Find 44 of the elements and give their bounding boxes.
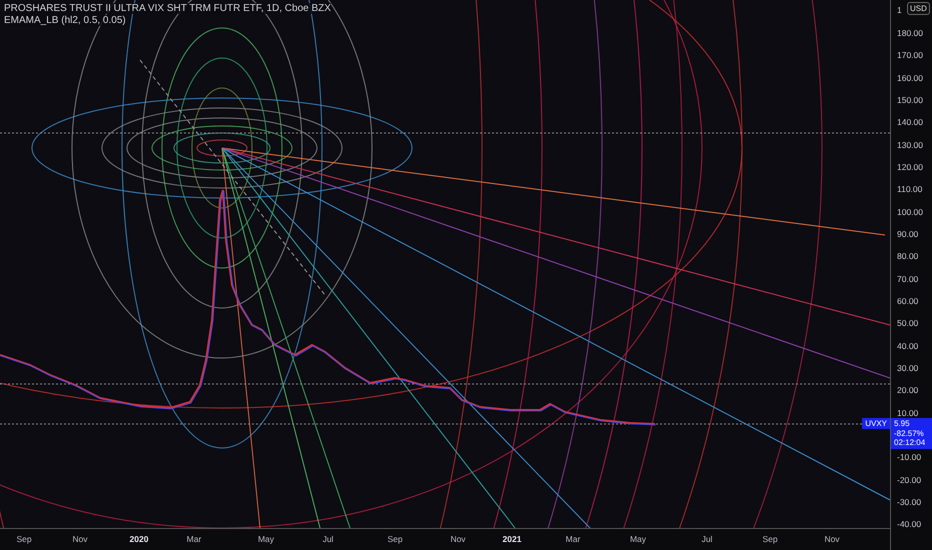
axis-tick: 130.00 <box>897 140 923 150</box>
axis-tick: 120.00 <box>897 162 923 172</box>
axis-tick: -10.00 <box>897 452 922 462</box>
axis-tick: -40.00 <box>897 519 922 530</box>
axis-tick: 10.00 <box>897 408 918 418</box>
price-value: 5.95 <box>894 419 911 428</box>
axis-tick: 170.00 <box>897 50 923 60</box>
axis-tick: Jul <box>702 534 712 544</box>
axis-tick: Sep <box>387 534 403 544</box>
axis-tick: Mar <box>566 534 580 544</box>
axis-tick: 40.00 <box>897 340 918 351</box>
axis-tick: 1 <box>897 5 902 15</box>
symbol-tag: UVXY <box>862 418 890 429</box>
axis-tick: -30.00 <box>897 496 922 507</box>
axis-tick: 180.00 <box>897 28 923 38</box>
indicator-label: EMAMA_LB (hl2, 0.5, 0.05) <box>4 15 126 26</box>
symbol-title: PROSHARES TRUST II ULTRA VIX SHT TRM FUTR ETF, 1D, Cboe BZX <box>4 3 331 14</box>
axis-tick: 80.00 <box>897 251 918 262</box>
axis-tick: 20.00 <box>897 385 918 396</box>
axis-tick: 70.00 <box>897 274 918 284</box>
axis-tick: Nov <box>824 534 840 544</box>
axis-tick: 2020 <box>130 534 148 544</box>
axis-tick: Sep <box>16 534 32 544</box>
axis-tick: 60.00 <box>897 296 918 306</box>
axis-tick: 160.00 <box>897 72 923 83</box>
axis-tick: Nov <box>450 534 466 544</box>
axis-tick: 140.00 <box>897 117 923 128</box>
axis-tick: Jul <box>322 534 334 544</box>
axis-tick: 110.00 <box>897 184 922 194</box>
axis-tick: 50.00 <box>897 318 918 328</box>
bar-countdown: 02:12:04 <box>894 438 926 448</box>
axis-tick: May <box>258 534 274 544</box>
price-change: -82.57% <box>894 428 925 438</box>
axis-tick: 150.00 <box>897 94 923 105</box>
axis-tick: 90.00 <box>897 228 918 239</box>
currency-label[interactable]: USD <box>907 2 930 15</box>
axis-tick: 100.00 <box>897 206 923 217</box>
axis-tick: May <box>630 534 646 544</box>
axis-tick: 30.00 <box>897 362 918 373</box>
axis-tick: Sep <box>762 534 778 544</box>
axis-tick: Mar <box>186 534 202 544</box>
axis-tick: Nov <box>72 534 88 544</box>
axis-tick: -20.00 <box>897 474 922 485</box>
axis-tick: 2021 <box>502 534 522 544</box>
